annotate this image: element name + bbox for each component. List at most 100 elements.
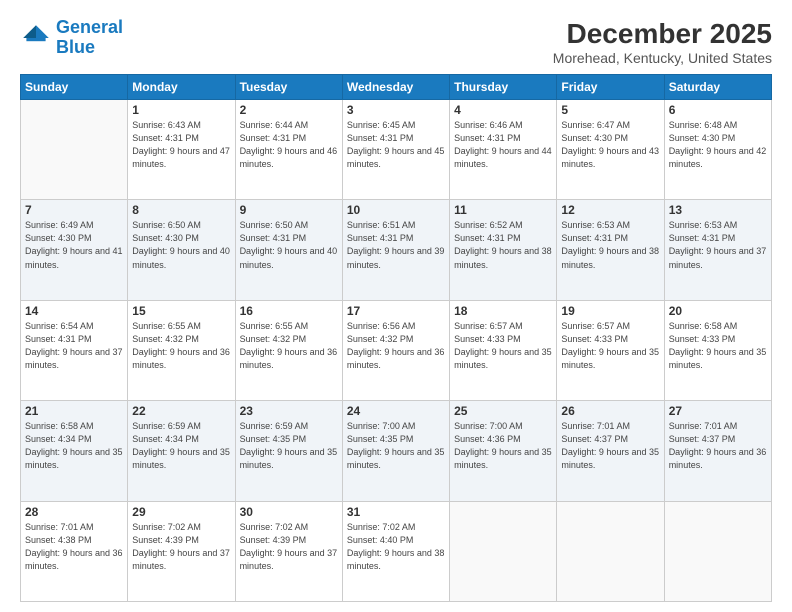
table-row: 24 Sunrise: 7:00 AMSunset: 4:35 PMDayligh… <box>342 401 449 501</box>
table-row: 17 Sunrise: 6:56 AMSunset: 4:32 PMDayligh… <box>342 300 449 400</box>
day-number: 10 <box>347 203 445 217</box>
title-block: December 2025 Morehead, Kentucky, United… <box>553 18 772 66</box>
day-info: Sunrise: 6:53 AMSunset: 4:31 PMDaylight:… <box>669 219 767 271</box>
day-info: Sunrise: 6:52 AMSunset: 4:31 PMDaylight:… <box>454 219 552 271</box>
table-row <box>664 501 771 601</box>
day-info: Sunrise: 7:00 AMSunset: 4:35 PMDaylight:… <box>347 420 445 472</box>
day-info: Sunrise: 7:02 AMSunset: 4:39 PMDaylight:… <box>132 521 230 573</box>
day-info: Sunrise: 6:53 AMSunset: 4:31 PMDaylight:… <box>561 219 659 271</box>
day-number: 12 <box>561 203 659 217</box>
day-number: 31 <box>347 505 445 519</box>
day-number: 20 <box>669 304 767 318</box>
page: General Blue December 2025 Morehead, Ken… <box>0 0 792 612</box>
day-number: 30 <box>240 505 338 519</box>
subtitle: Morehead, Kentucky, United States <box>553 50 772 66</box>
day-number: 13 <box>669 203 767 217</box>
day-info: Sunrise: 6:47 AMSunset: 4:30 PMDaylight:… <box>561 119 659 171</box>
logo-icon <box>20 22 52 54</box>
table-row: 8 Sunrise: 6:50 AMSunset: 4:30 PMDaylight… <box>128 200 235 300</box>
day-number: 14 <box>25 304 123 318</box>
table-row <box>21 100 128 200</box>
day-number: 24 <box>347 404 445 418</box>
table-row: 1Sunrise: 6:43 AMSunset: 4:31 PMDaylight… <box>128 100 235 200</box>
table-row: 20Sunrise: 6:58 AMSunset: 4:33 PMDayligh… <box>664 300 771 400</box>
table-row: 16 Sunrise: 6:55 AMSunset: 4:32 PMDayligh… <box>235 300 342 400</box>
table-row: 7 Sunrise: 6:49 AMSunset: 4:30 PMDaylight… <box>21 200 128 300</box>
table-row: 4Sunrise: 6:46 AMSunset: 4:31 PMDaylight… <box>450 100 557 200</box>
day-number: 17 <box>347 304 445 318</box>
day-info: Sunrise: 7:01 AMSunset: 4:38 PMDaylight:… <box>25 521 123 573</box>
main-title: December 2025 <box>553 18 772 50</box>
table-row: 25 Sunrise: 7:00 AMSunset: 4:36 PMDayligh… <box>450 401 557 501</box>
day-number: 29 <box>132 505 230 519</box>
day-info: Sunrise: 6:56 AMSunset: 4:32 PMDaylight:… <box>347 320 445 372</box>
table-row: 23 Sunrise: 6:59 AMSunset: 4:35 PMDayligh… <box>235 401 342 501</box>
col-tuesday: Tuesday <box>235 75 342 100</box>
calendar-week-row: 28Sunrise: 7:01 AMSunset: 4:38 PMDayligh… <box>21 501 772 601</box>
table-row: 31Sunrise: 7:02 AMSunset: 4:40 PMDayligh… <box>342 501 449 601</box>
day-info: Sunrise: 6:57 AMSunset: 4:33 PMDaylight:… <box>454 320 552 372</box>
day-number: 2 <box>240 103 338 117</box>
table-row: 2 Sunrise: 6:44 AMSunset: 4:31 PMDaylight… <box>235 100 342 200</box>
calendar-week-row: 21 Sunrise: 6:58 AMSunset: 4:34 PMDayligh… <box>21 401 772 501</box>
col-monday: Monday <box>128 75 235 100</box>
day-number: 26 <box>561 404 659 418</box>
day-number: 15 <box>132 304 230 318</box>
table-row: 5 Sunrise: 6:47 AMSunset: 4:30 PMDaylight… <box>557 100 664 200</box>
day-info: Sunrise: 6:59 AMSunset: 4:35 PMDaylight:… <box>240 420 338 472</box>
day-info: Sunrise: 6:50 AMSunset: 4:30 PMDaylight:… <box>132 219 230 271</box>
day-number: 18 <box>454 304 552 318</box>
day-info: Sunrise: 7:01 AMSunset: 4:37 PMDaylight:… <box>561 420 659 472</box>
col-wednesday: Wednesday <box>342 75 449 100</box>
day-number: 5 <box>561 103 659 117</box>
table-row: 29 Sunrise: 7:02 AMSunset: 4:39 PMDayligh… <box>128 501 235 601</box>
day-info: Sunrise: 6:55 AMSunset: 4:32 PMDaylight:… <box>240 320 338 372</box>
table-row: 3Sunrise: 6:45 AMSunset: 4:31 PMDaylight… <box>342 100 449 200</box>
table-row <box>450 501 557 601</box>
day-info: Sunrise: 6:54 AMSunset: 4:31 PMDaylight:… <box>25 320 123 372</box>
table-row: 10 Sunrise: 6:51 AMSunset: 4:31 PMDayligh… <box>342 200 449 300</box>
table-row: 22 Sunrise: 6:59 AMSunset: 4:34 PMDayligh… <box>128 401 235 501</box>
day-number: 8 <box>132 203 230 217</box>
day-info: Sunrise: 7:00 AMSunset: 4:36 PMDaylight:… <box>454 420 552 472</box>
calendar-week-row: 7 Sunrise: 6:49 AMSunset: 4:30 PMDaylight… <box>21 200 772 300</box>
day-info: Sunrise: 6:48 AMSunset: 4:30 PMDaylight:… <box>669 119 767 171</box>
day-info: Sunrise: 7:02 AMSunset: 4:39 PMDaylight:… <box>240 521 338 573</box>
day-info: Sunrise: 7:01 AMSunset: 4:37 PMDaylight:… <box>669 420 767 472</box>
col-thursday: Thursday <box>450 75 557 100</box>
day-number: 23 <box>240 404 338 418</box>
logo-general: General <box>56 17 123 37</box>
day-info: Sunrise: 6:59 AMSunset: 4:34 PMDaylight:… <box>132 420 230 472</box>
day-number: 25 <box>454 404 552 418</box>
day-info: Sunrise: 6:44 AMSunset: 4:31 PMDaylight:… <box>240 119 338 171</box>
day-number: 6 <box>669 103 767 117</box>
day-info: Sunrise: 6:55 AMSunset: 4:32 PMDaylight:… <box>132 320 230 372</box>
table-row: 28Sunrise: 7:01 AMSunset: 4:38 PMDayligh… <box>21 501 128 601</box>
table-row: 21 Sunrise: 6:58 AMSunset: 4:34 PMDayligh… <box>21 401 128 501</box>
table-row: 27Sunrise: 7:01 AMSunset: 4:37 PMDayligh… <box>664 401 771 501</box>
day-info: Sunrise: 6:51 AMSunset: 4:31 PMDaylight:… <box>347 219 445 271</box>
day-number: 16 <box>240 304 338 318</box>
table-row: 11 Sunrise: 6:52 AMSunset: 4:31 PMDayligh… <box>450 200 557 300</box>
table-row: 9Sunrise: 6:50 AMSunset: 4:31 PMDaylight… <box>235 200 342 300</box>
day-info: Sunrise: 6:58 AMSunset: 4:34 PMDaylight:… <box>25 420 123 472</box>
table-row <box>557 501 664 601</box>
table-row: 14 Sunrise: 6:54 AMSunset: 4:31 PMDayligh… <box>21 300 128 400</box>
calendar-week-row: 14 Sunrise: 6:54 AMSunset: 4:31 PMDayligh… <box>21 300 772 400</box>
logo-blue: Blue <box>56 37 95 57</box>
day-info: Sunrise: 6:49 AMSunset: 4:30 PMDaylight:… <box>25 219 123 271</box>
logo-text: General Blue <box>56 18 123 58</box>
day-number: 11 <box>454 203 552 217</box>
day-number: 19 <box>561 304 659 318</box>
day-number: 21 <box>25 404 123 418</box>
table-row: 13 Sunrise: 6:53 AMSunset: 4:31 PMDayligh… <box>664 200 771 300</box>
day-number: 22 <box>132 404 230 418</box>
day-number: 7 <box>25 203 123 217</box>
table-row: 26 Sunrise: 7:01 AMSunset: 4:37 PMDayligh… <box>557 401 664 501</box>
day-number: 3 <box>347 103 445 117</box>
table-row: 19Sunrise: 6:57 AMSunset: 4:33 PMDayligh… <box>557 300 664 400</box>
col-friday: Friday <box>557 75 664 100</box>
day-number: 1 <box>132 103 230 117</box>
col-saturday: Saturday <box>664 75 771 100</box>
table-row: 15 Sunrise: 6:55 AMSunset: 4:32 PMDayligh… <box>128 300 235 400</box>
